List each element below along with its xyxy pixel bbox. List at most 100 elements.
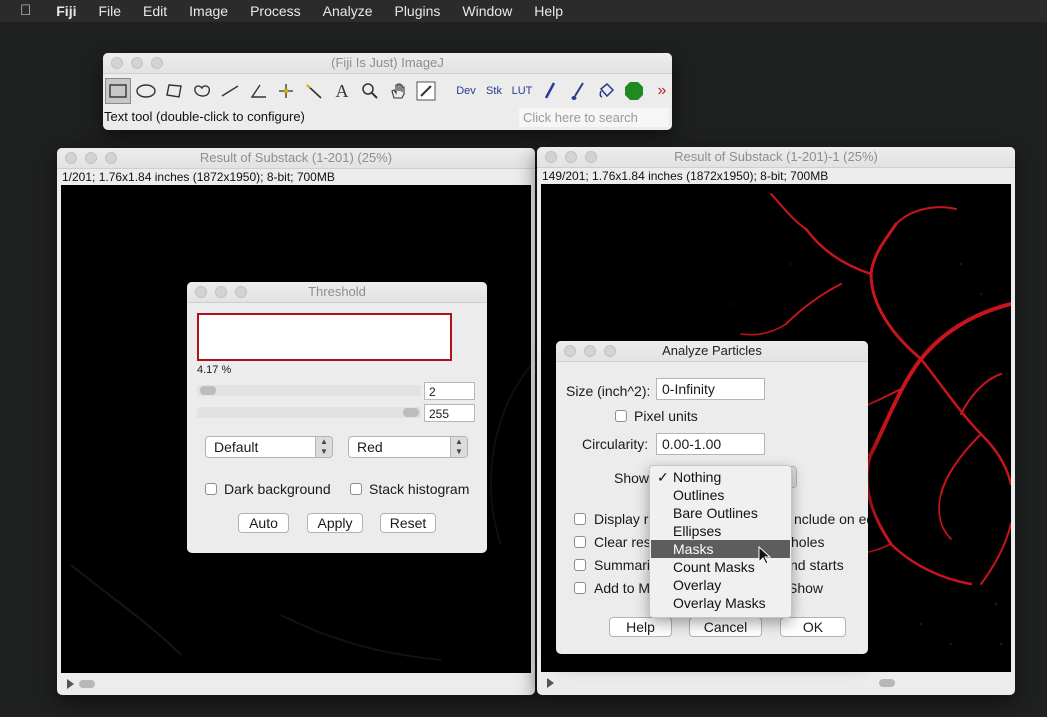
line-tool-icon[interactable] — [217, 78, 243, 104]
minimize-button[interactable] — [215, 286, 227, 298]
min-threshold-slider[interactable] — [197, 385, 421, 396]
minimize-button[interactable] — [565, 151, 577, 163]
zoom-button[interactable] — [604, 345, 616, 357]
right-image-info: 149/201; 1.76x1.84 inches (1872x1950); 8… — [537, 168, 1015, 184]
clear-results-checkbox[interactable] — [574, 536, 586, 548]
menu-item-overlay-masks[interactable]: Overlay Masks — [651, 594, 790, 612]
add-to-manager-checkbox[interactable] — [574, 582, 586, 594]
threshold-percent: 4.17 % — [197, 364, 232, 376]
apply-button[interactable]: Apply — [307, 513, 363, 533]
pencil-icon[interactable] — [537, 78, 563, 104]
right-stack-slider[interactable] — [541, 676, 1011, 690]
lut-tool[interactable]: LUT — [509, 78, 535, 104]
flood-fill-icon[interactable] — [593, 78, 619, 104]
menu-item-label: Nothing — [673, 469, 722, 485]
max-threshold-slider[interactable] — [197, 407, 421, 418]
display-results-label: Display r — [594, 511, 649, 527]
menu-edit[interactable]: Edit — [132, 0, 178, 22]
menu-help[interactable]: Help — [523, 0, 574, 22]
play-icon[interactable] — [547, 678, 554, 688]
minimize-button[interactable] — [584, 345, 596, 357]
menu-item-overlay[interactable]: Overlay — [651, 576, 790, 594]
cancel-button[interactable]: Cancel — [689, 617, 762, 637]
minimize-button[interactable] — [131, 57, 143, 69]
threshold-titlebar[interactable]: Threshold — [187, 282, 487, 303]
min-threshold-field[interactable]: 2 — [424, 382, 475, 400]
zoom-button[interactable] — [105, 152, 117, 164]
menu-fiji[interactable]: Fiji — [45, 0, 87, 22]
search-input[interactable]: Click here to search — [519, 108, 669, 127]
threshold-method-select[interactable]: Default ▲ ▼ — [205, 436, 333, 458]
point-tool-icon[interactable] — [273, 78, 299, 104]
menu-item-nothing[interactable]: ✓ Nothing — [651, 468, 790, 486]
help-button[interactable]: Help — [609, 617, 672, 637]
analyze-particles-title: Analyze Particles — [662, 343, 762, 358]
stack-histogram-label: Stack histogram — [369, 481, 470, 497]
ok-button[interactable]: OK — [780, 617, 846, 637]
min-threshold-knob[interactable] — [200, 386, 216, 395]
apple-icon[interactable]:  — [0, 0, 45, 22]
threshold-dialog: Threshold 4.17 % 2 255 Default ▲ ▼ Red ▲ ▼… — [187, 282, 487, 553]
menu-file[interactable]: File — [87, 0, 132, 22]
play-icon[interactable] — [67, 679, 74, 689]
pixel-units-checkbox[interactable] — [615, 410, 627, 422]
rectangle-select-icon[interactable] — [105, 78, 131, 104]
slice-slider-thumb[interactable] — [79, 680, 95, 688]
menu-window[interactable]: Window — [451, 0, 523, 22]
dark-background-checkbox[interactable] — [205, 483, 217, 495]
slice-slider-thumb[interactable] — [879, 679, 895, 687]
exclude-edges-label: nclude on edges — [794, 511, 868, 527]
zoom-button[interactable] — [585, 151, 597, 163]
close-button[interactable] — [65, 152, 77, 164]
toolbar-titlebar[interactable]: (Fiji Is Just) ImageJ — [103, 53, 672, 74]
oval-select-icon[interactable] — [133, 78, 159, 104]
max-threshold-knob[interactable] — [403, 408, 419, 417]
left-image-info: 1/201; 1.76x1.84 inches (1872x1950); 8-b… — [57, 169, 535, 185]
close-button[interactable] — [545, 151, 557, 163]
angle-tool-icon[interactable] — [245, 78, 271, 104]
close-button[interactable] — [564, 345, 576, 357]
menu-analyze[interactable]: Analyze — [312, 0, 384, 22]
zoom-button[interactable] — [151, 57, 163, 69]
zoom-tool-icon[interactable] — [357, 78, 383, 104]
color-picker-icon[interactable] — [413, 78, 439, 104]
stk-tool[interactable]: Stk — [481, 78, 507, 104]
zoom-button[interactable] — [235, 286, 247, 298]
left-stack-slider[interactable] — [61, 677, 531, 691]
size-field[interactable]: 0-Infinity — [656, 378, 765, 400]
more-tools-icon[interactable]: » — [649, 78, 672, 104]
close-button[interactable] — [195, 286, 207, 298]
menu-item-bare-outlines[interactable]: Bare Outlines — [651, 504, 790, 522]
display-results-checkbox[interactable] — [574, 513, 586, 525]
left-image-titlebar[interactable]: Result of Substack (1-201) (25%) — [57, 148, 535, 169]
menu-item-outlines[interactable]: Outlines — [651, 486, 790, 504]
freehand-select-icon[interactable] — [189, 78, 215, 104]
green-octagon-icon[interactable] — [621, 78, 647, 104]
auto-button[interactable]: Auto — [238, 513, 289, 533]
text-tool-icon[interactable]: A — [329, 78, 355, 104]
circularity-field[interactable]: 0.00-1.00 — [656, 433, 765, 455]
menu-process[interactable]: Process — [239, 0, 312, 22]
summarize-label: Summariz — [594, 557, 658, 573]
mouse-pointer-icon — [758, 545, 772, 569]
menu-image[interactable]: Image — [178, 0, 239, 22]
polygon-select-icon[interactable] — [161, 78, 187, 104]
threshold-mode-value: Red — [357, 439, 383, 455]
wand-tool-icon[interactable] — [301, 78, 327, 104]
hand-tool-icon[interactable] — [385, 78, 411, 104]
minimize-button[interactable] — [85, 152, 97, 164]
summarize-checkbox[interactable] — [574, 559, 586, 571]
threshold-mode-select[interactable]: Red ▲ ▼ — [348, 436, 468, 458]
menu-item-ellipses[interactable]: Ellipses — [651, 522, 790, 540]
window-controls — [111, 57, 163, 69]
select-arrows-icon: ▲▼ — [315, 437, 332, 457]
max-threshold-field[interactable]: 255 — [424, 404, 475, 422]
close-button[interactable] — [111, 57, 123, 69]
reset-button[interactable]: Reset — [380, 513, 436, 533]
dev-tool[interactable]: Dev — [453, 78, 479, 104]
analyze-particles-titlebar[interactable]: Analyze Particles — [556, 341, 868, 362]
menu-plugins[interactable]: Plugins — [383, 0, 451, 22]
brush-icon[interactable] — [565, 78, 591, 104]
stack-histogram-checkbox[interactable] — [350, 483, 362, 495]
right-image-titlebar[interactable]: Result of Substack (1-201)-1 (25%) — [537, 147, 1015, 168]
